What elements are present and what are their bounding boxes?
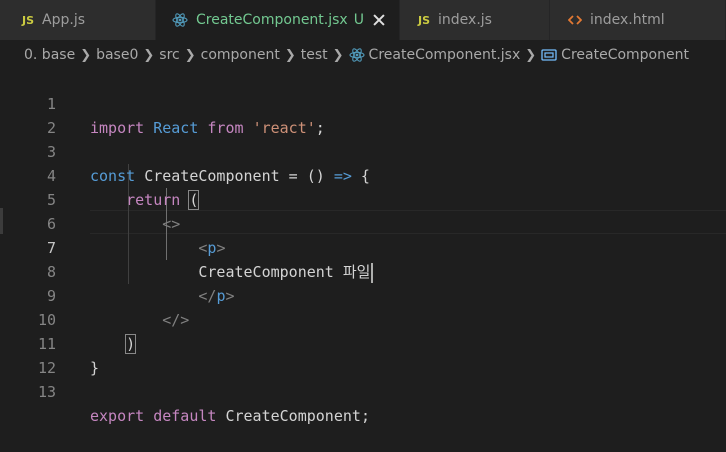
symbol-component-icon <box>541 49 557 61</box>
chevron-right-icon: ❯ <box>80 47 92 63</box>
html-icon <box>568 15 582 25</box>
tab-label: App.js <box>42 12 85 28</box>
chevron-right-icon: ❯ <box>525 47 537 63</box>
breadcrumb-item[interactable]: base0 <box>96 47 138 63</box>
js-file-icon: JS <box>418 13 431 27</box>
code-line: 12 <box>0 332 726 377</box>
code-line: 3 const CreateComponent = () => { <box>0 116 726 185</box>
breadcrumb-item[interactable]: CreateComponent.jsx <box>369 47 521 63</box>
breadcrumb-item[interactable]: component <box>201 47 280 63</box>
code-line: 6 <p> <box>0 188 726 257</box>
code-line: 8 </p> <box>0 236 726 305</box>
js-file-icon: JS <box>22 13 35 27</box>
untracked-badge: U <box>353 12 364 28</box>
code-line: 2 <box>0 92 726 137</box>
code-line: 10 ) <box>0 284 726 354</box>
chevron-right-icon: ❯ <box>184 47 196 63</box>
identifier: CreateComponent <box>225 407 361 425</box>
code-line: 13 export default CreateComponent; <box>0 356 726 425</box>
breadcrumb-item[interactable]: 0. base <box>24 47 75 63</box>
keyword: default <box>153 407 217 425</box>
code-editor[interactable]: 1 import React from 'react'; 2 3 const C… <box>0 68 726 445</box>
chevron-right-icon: ❯ <box>332 47 344 63</box>
breadcrumb: 0. base ❯ base0 ❯ src ❯ component ❯ test… <box>0 40 726 70</box>
code-line: 9 </> <box>0 260 726 329</box>
breadcrumb-item[interactable]: CreateComponent <box>561 47 689 63</box>
code-line-current: 7 CreateComponent 파일 <box>0 212 726 283</box>
keyword: export <box>90 407 145 425</box>
code-line: 1 import React from 'react'; <box>0 68 726 137</box>
line-number: 13 <box>37 383 56 401</box>
tab-index-html[interactable]: index.html <box>550 0 726 40</box>
code-line: 11 } <box>0 308 726 377</box>
tab-app-js[interactable]: JS App.js <box>0 0 156 40</box>
tab-index-js[interactable]: JS index.js <box>400 0 550 40</box>
chevron-right-icon: ❯ <box>143 47 155 63</box>
punctuation: ; <box>360 407 370 425</box>
tab-create-component-jsx[interactable]: CreateComponent.jsx U <box>156 0 400 40</box>
code-line: 4 return ( <box>0 140 726 210</box>
tab-label: index.html <box>590 12 665 28</box>
code-line: 5 <> <box>0 164 726 233</box>
react-icon <box>172 13 188 27</box>
close-icon[interactable] <box>371 10 387 30</box>
tab-label: index.js <box>438 12 492 28</box>
tab-bar: JS App.js CreateComponent.jsx U JS index… <box>0 0 726 40</box>
chevron-right-icon: ❯ <box>284 47 296 63</box>
react-icon <box>348 48 365 62</box>
breadcrumb-item[interactable]: test <box>301 47 328 63</box>
tab-label: CreateComponent.jsx <box>196 12 348 28</box>
breadcrumb-item[interactable]: src <box>159 47 179 63</box>
